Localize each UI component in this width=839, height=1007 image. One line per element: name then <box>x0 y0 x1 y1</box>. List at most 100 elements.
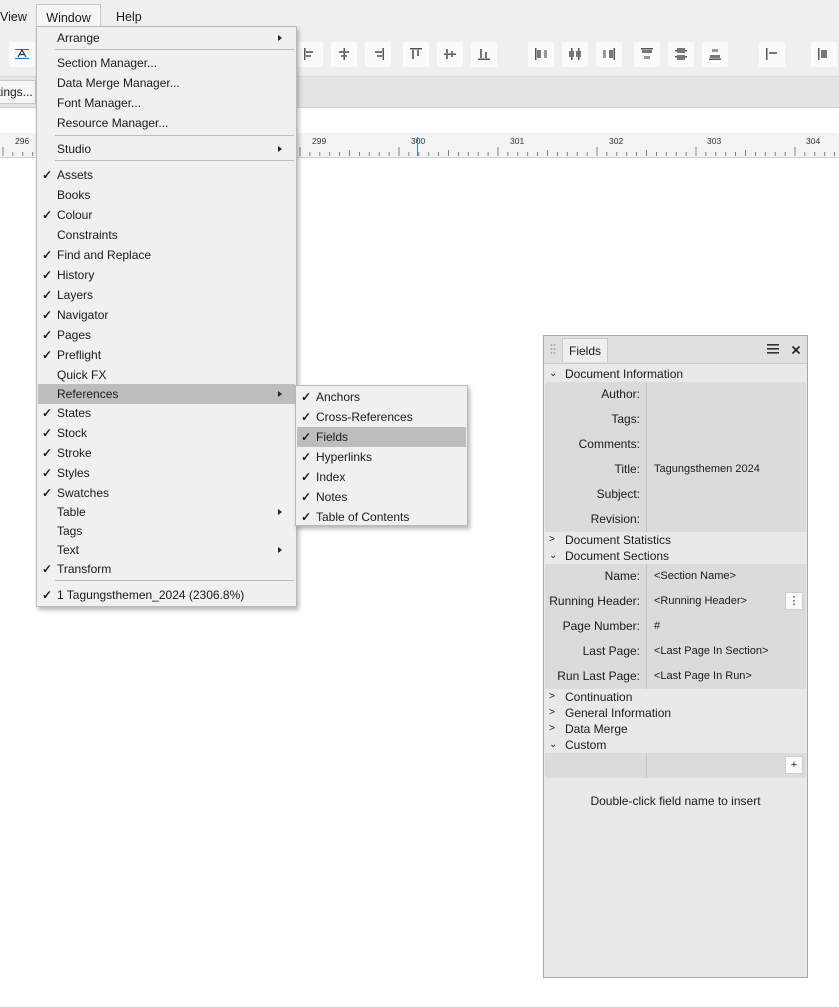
menu-item-stroke[interactable]: ✓ Stroke <box>38 443 295 463</box>
menu-item-styles[interactable]: ✓ Styles <box>38 463 295 483</box>
field-row[interactable]: Subject: <box>545 482 806 507</box>
field-name[interactable]: Page Number: <box>563 614 640 639</box>
field-name[interactable]: Title: <box>614 457 640 482</box>
field-name[interactable]: Author: <box>601 382 640 407</box>
checkmark-icon: ✓ <box>301 430 312 444</box>
field-row[interactable]: Title: Tagungsthemen 2024 <box>545 457 806 482</box>
checkmark-icon: ✓ <box>301 450 312 464</box>
field-name[interactable]: Comments: <box>579 432 640 457</box>
menu-item-table[interactable]: Table <box>38 502 295 522</box>
field-name[interactable]: Subject: <box>597 482 640 507</box>
menu-view[interactable]: View <box>0 4 35 30</box>
menu-item-data-merge-manager[interactable]: Data Merge Manager... <box>38 73 295 93</box>
menu-item-swatches[interactable]: ✓ Swatches <box>38 483 295 503</box>
menu-item-layers[interactable]: ✓ Layers <box>38 285 295 305</box>
distribute-left-button[interactable] <box>528 42 554 67</box>
menu-item-history[interactable]: ✓ History <box>38 265 295 285</box>
field-name[interactable]: Revision: <box>591 507 640 532</box>
space-right-button[interactable] <box>811 42 837 67</box>
checkmark-icon: ✓ <box>42 268 53 282</box>
submenu-item-fields[interactable]: ✓ Fields <box>297 427 466 447</box>
field-row[interactable]: Running Header: <Running Header> <box>545 589 806 614</box>
menu-item-constraints[interactable]: Constraints <box>38 225 295 245</box>
menu-item-arrange[interactable]: Arrange <box>38 28 295 48</box>
menu-item-section-manager[interactable]: Section Manager... <box>38 53 295 73</box>
ruler-label: 303 <box>707 136 722 146</box>
field-row[interactable]: Tags: <box>545 407 806 432</box>
menu-item-resource-manager[interactable]: Resource Manager... <box>38 113 295 133</box>
menu-item-label: History <box>57 268 95 282</box>
align-bottom-icon <box>478 49 490 60</box>
menu-item-references[interactable]: References <box>38 384 295 404</box>
section-continuation[interactable]: > Continuation <box>545 689 806 705</box>
menu-item-books[interactable]: Books <box>38 185 295 205</box>
menu-item-assets[interactable]: ✓ Assets <box>38 165 295 185</box>
submenu-item-label: Hyperlinks <box>316 450 373 464</box>
field-row[interactable]: Name: <Section Name> <box>545 564 806 589</box>
chevron-right-icon: > <box>549 707 555 718</box>
submenu-item-table-of-contents[interactable]: ✓ Table of Contents <box>297 507 466 527</box>
field-row[interactable]: Author: <box>545 382 806 407</box>
distribute-middle-button[interactable] <box>668 42 694 67</box>
align-top-button[interactable] <box>403 42 429 67</box>
drag-handle-icon[interactable] <box>550 343 556 355</box>
field-name[interactable]: Tags: <box>611 407 640 432</box>
running-header-options-button[interactable]: ⋮ <box>785 592 803 610</box>
distribute-center-button[interactable] <box>562 42 588 67</box>
menu-item-states[interactable]: ✓ States <box>38 403 295 423</box>
menu-item-navigator[interactable]: ✓ Navigator <box>38 305 295 325</box>
align-right-button[interactable] <box>365 42 391 67</box>
menu-item-studio[interactable]: Studio <box>38 139 295 159</box>
plus-icon: + <box>790 759 798 771</box>
section-document-statistics[interactable]: > Document Statistics <box>545 532 806 548</box>
menu-item-pages[interactable]: ✓ Pages <box>38 325 295 345</box>
align-center-button[interactable] <box>331 42 357 67</box>
menu-separator <box>55 135 294 136</box>
menu-item-label: Find and Replace <box>57 248 152 262</box>
menu-item-colour[interactable]: ✓ Colour <box>38 205 295 225</box>
space-left-button[interactable] <box>759 42 785 67</box>
close-icon[interactable] <box>791 344 801 355</box>
distribute-top-button[interactable] <box>634 42 660 67</box>
context-settings-button[interactable]: ttings... <box>0 80 36 104</box>
submenu-item-cross-references[interactable]: ✓ Cross-References <box>297 407 466 427</box>
field-row[interactable]: Comments: <box>545 432 806 457</box>
menu-item-label: Assets <box>57 168 94 182</box>
submenu-item-index[interactable]: ✓ Index <box>297 467 466 487</box>
section-document-sections[interactable]: ⌄ Document Sections <box>545 548 806 564</box>
align-left-button[interactable] <box>297 42 323 67</box>
panel-menu-icon[interactable] <box>766 343 780 355</box>
field-name[interactable]: Running Header: <box>549 589 640 614</box>
menu-item-transform[interactable]: ✓ Transform <box>38 559 295 579</box>
align-middle-button[interactable] <box>437 42 463 67</box>
field-row[interactable]: Run Last Page: <Last Page In Run> <box>545 664 806 689</box>
field-row[interactable]: Page Number: # <box>545 614 806 639</box>
field-name[interactable]: Run Last Page: <box>557 664 640 689</box>
menu-item-preflight[interactable]: ✓ Preflight <box>38 345 295 365</box>
menu-item-1-tagungsthemen-2024-2306-8[interactable]: ✓ 1 Tagungsthemen_2024 (2306.8%) <box>38 585 295 605</box>
menu-item-quick-fx[interactable]: Quick FX <box>38 365 295 385</box>
section-general-information[interactable]: > General Information <box>545 705 806 721</box>
menu-item-text[interactable]: Text <box>38 540 295 560</box>
add-custom-field-button[interactable]: + <box>785 756 803 774</box>
submenu-item-anchors[interactable]: ✓ Anchors <box>297 387 466 407</box>
distribute-bottom-button[interactable] <box>702 42 728 67</box>
field-name[interactable]: Last Page: <box>583 639 640 664</box>
checkmark-icon: ✓ <box>42 248 53 262</box>
field-row[interactable]: Revision: <box>545 507 806 532</box>
submenu-item-hyperlinks[interactable]: ✓ Hyperlinks <box>297 447 466 467</box>
field-name[interactable]: Name: <box>605 564 640 589</box>
text-frame-tool-button[interactable] <box>9 42 35 67</box>
section-custom[interactable]: ⌄ Custom <box>545 737 806 753</box>
section-document-information[interactable]: ⌄ Document Information <box>545 366 806 382</box>
menu-item-tags[interactable]: Tags <box>38 521 295 541</box>
distribute-right-button[interactable] <box>596 42 622 67</box>
tab-fields[interactable]: Fields <box>562 338 609 362</box>
menu-item-find-and-replace[interactable]: ✓ Find and Replace <box>38 245 295 265</box>
menu-item-stock[interactable]: ✓ Stock <box>38 423 295 443</box>
field-row[interactable]: Last Page: <Last Page In Section> <box>545 639 806 664</box>
align-bottom-button[interactable] <box>471 42 497 67</box>
section-data-merge[interactable]: > Data Merge <box>545 721 806 737</box>
submenu-item-notes[interactable]: ✓ Notes <box>297 487 466 507</box>
menu-item-font-manager[interactable]: Font Manager... <box>38 93 295 113</box>
